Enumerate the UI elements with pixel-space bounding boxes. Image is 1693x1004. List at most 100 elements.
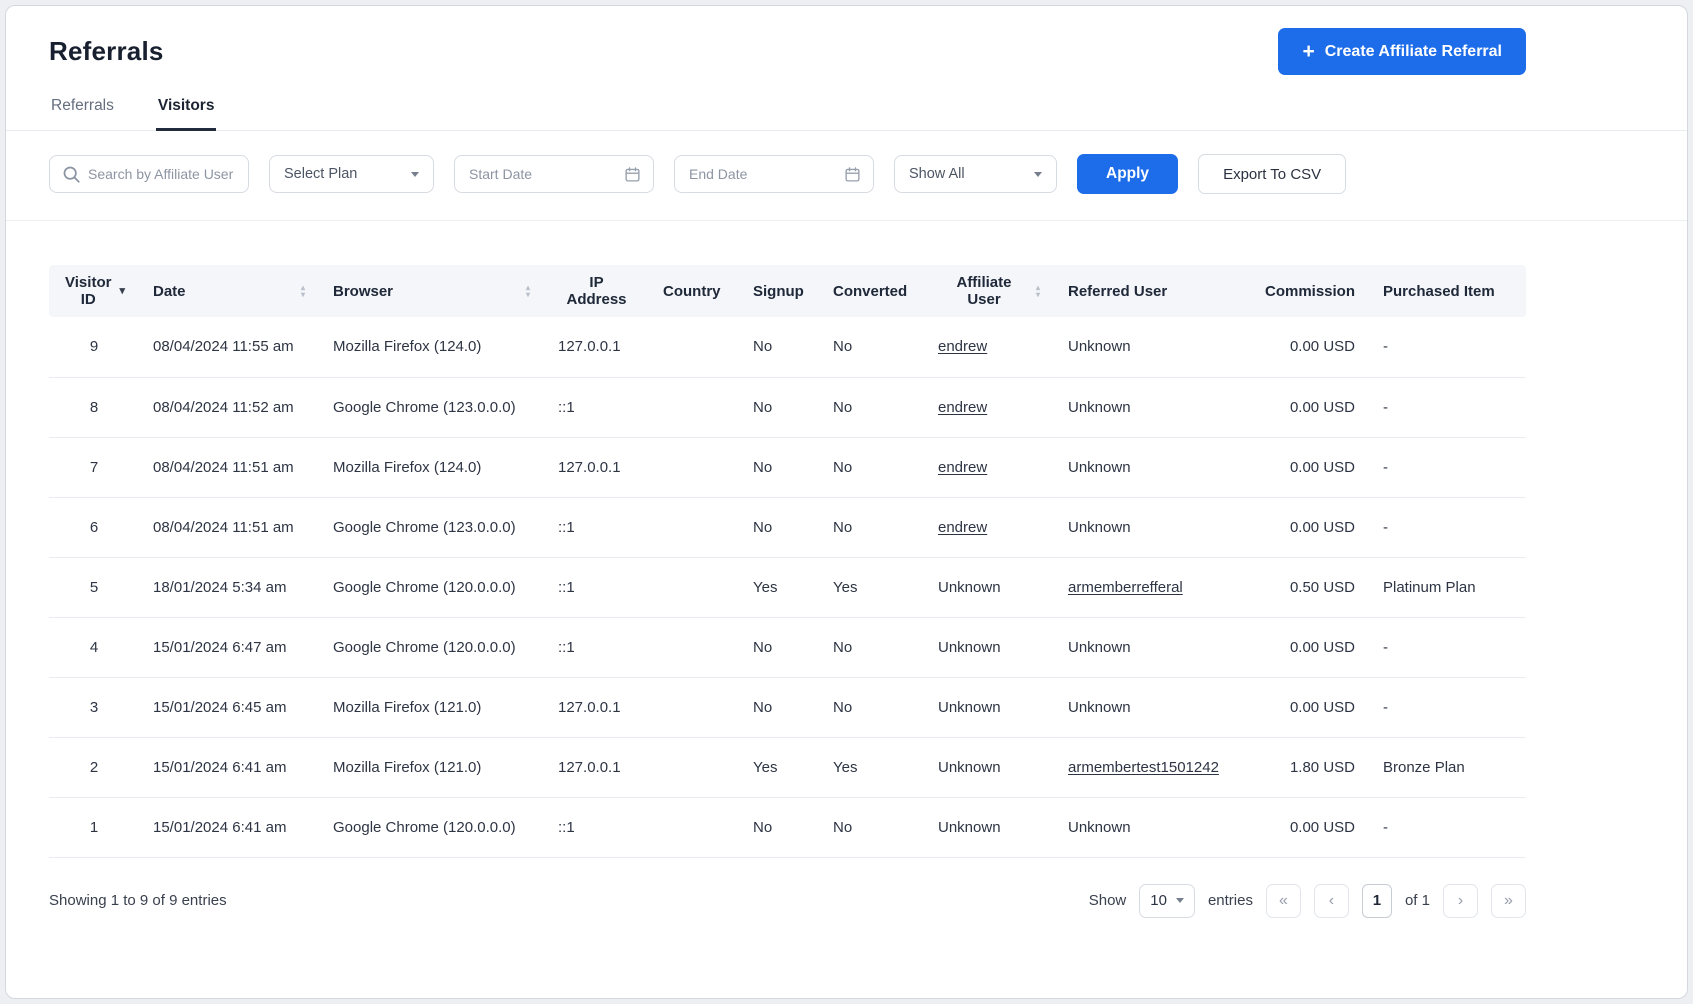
cell-browser: Google Chrome (123.0.0.0)	[319, 377, 544, 438]
cell-converted: Yes	[819, 737, 924, 798]
affiliate-user-link[interactable]: endrew	[938, 519, 987, 536]
table-footer: Showing 1 to 9 of 9 entries Show 10 entr…	[49, 883, 1526, 918]
cell-referred: Unknown	[1054, 677, 1254, 738]
column-label: Referred User	[1068, 282, 1168, 300]
cell-item: -	[1369, 437, 1526, 498]
column-header-item: Purchased Item	[1369, 265, 1526, 317]
cell-item: -	[1369, 797, 1526, 858]
table-row: 4 15/01/2024 6:47 am Google Chrome (120.0.…	[49, 617, 1526, 678]
cell-date: 15/01/2024 6:45 am	[139, 677, 319, 738]
referred-user-link[interactable]: armemberrefferal	[1068, 579, 1183, 596]
chevron-down-icon	[1175, 898, 1184, 903]
cell-item: -	[1369, 497, 1526, 558]
column-header-affiliate[interactable]: Affiliate User ▴ ▾	[924, 265, 1054, 317]
cell-country	[649, 617, 739, 678]
column-label: Purchased Item	[1383, 282, 1495, 300]
cell-converted: No	[819, 437, 924, 498]
cell-converted: Yes	[819, 557, 924, 618]
cell-signup: No	[739, 797, 819, 858]
cell-country	[649, 317, 739, 378]
last-page-button[interactable]: »	[1491, 883, 1526, 918]
column-label: Commission	[1264, 282, 1355, 300]
showing-entries-text: Showing 1 to 9 of 9 entries	[49, 892, 227, 909]
next-page-button[interactable]: ›	[1443, 883, 1478, 918]
cell-ip: ::1	[544, 797, 649, 858]
cell-country	[649, 497, 739, 558]
select-plan-value: Select Plan	[284, 166, 358, 182]
end-date-field[interactable]	[674, 155, 874, 193]
cell-date: 18/01/2024 5:34 am	[139, 557, 319, 618]
cell-id: 9	[49, 317, 139, 378]
cell-affiliate: Unknown	[924, 557, 1054, 618]
table-row: 9 08/04/2024 11:55 am Mozilla Firefox (124…	[49, 317, 1526, 378]
cell-referred: Unknown	[1054, 497, 1254, 558]
column-label: Signup	[753, 282, 804, 300]
apply-button[interactable]: Apply	[1077, 154, 1179, 194]
select-plan-dropdown[interactable]: Select Plan	[269, 155, 434, 193]
visitors-table: Visitor ID ▾ Date ▴ ▾ Browser ▴ ▾ IP Address Coun…	[49, 265, 1526, 858]
current-page-box[interactable]: 1	[1361, 883, 1392, 918]
first-page-button[interactable]: «	[1265, 883, 1301, 918]
cell-commission: 0.50 USD	[1254, 557, 1369, 618]
cell-browser: Google Chrome (120.0.0.0)	[319, 557, 544, 618]
column-label: Visitor ID	[65, 274, 112, 308]
cell-referred: Unknown	[1054, 317, 1254, 378]
start-date-field[interactable]	[454, 155, 654, 193]
tab-visitors[interactable]: Visitors	[155, 89, 217, 131]
cell-item: Platinum Plan	[1369, 557, 1526, 618]
cell-commission: 0.00 USD	[1254, 797, 1369, 858]
cell-affiliate: Unknown	[924, 617, 1054, 678]
column-header-ip: IP Address	[544, 265, 649, 317]
show-all-dropdown[interactable]: Show All	[894, 155, 1057, 193]
cell-id: 2	[49, 737, 139, 798]
sort-icon: ▴ ▾	[300, 283, 305, 299]
cell-item: -	[1369, 617, 1526, 678]
of-label: of 1	[1404, 892, 1430, 909]
cell-browser: Mozilla Firefox (121.0)	[319, 677, 544, 738]
cell-signup: No	[739, 437, 819, 498]
column-header-browser[interactable]: Browser ▴ ▾	[319, 265, 544, 317]
per-page-select[interactable]: 10	[1139, 883, 1195, 918]
create-affiliate-referral-button[interactable]: + Create Affiliate Referral	[1278, 28, 1526, 75]
cell-commission: 0.00 USD	[1254, 317, 1369, 378]
cell-id: 5	[49, 557, 139, 618]
tabs: Referrals Visitors	[6, 89, 1687, 131]
column-header-commission: Commission	[1254, 265, 1369, 317]
filters-section: Select Plan Show All Apply Export	[6, 131, 1687, 221]
cell-affiliate: endrew	[924, 437, 1054, 498]
export-to-csv-button[interactable]: Export To CSV	[1198, 154, 1347, 194]
tab-referrals[interactable]: Referrals	[49, 89, 116, 130]
affiliate-user-link[interactable]: endrew	[938, 399, 987, 416]
column-header-date[interactable]: Date ▴ ▾	[139, 265, 319, 317]
cell-signup: No	[739, 377, 819, 438]
cell-browser: Mozilla Firefox (124.0)	[319, 437, 544, 498]
sort-desc-icon: ▾	[119, 284, 125, 297]
cell-item: -	[1369, 377, 1526, 438]
cell-affiliate: Unknown	[924, 797, 1054, 858]
cell-commission: 0.00 USD	[1254, 437, 1369, 498]
cell-item: Bronze Plan	[1369, 737, 1526, 798]
column-header-id[interactable]: Visitor ID ▾	[49, 265, 139, 317]
referred-user-link[interactable]: armembertest1501242	[1068, 759, 1219, 776]
cell-country	[649, 557, 739, 618]
cell-ip: ::1	[544, 557, 649, 618]
cell-affiliate: Unknown	[924, 737, 1054, 798]
search-box[interactable]	[49, 155, 249, 193]
cell-country	[649, 437, 739, 498]
cell-converted: No	[819, 317, 924, 378]
affiliate-user-link[interactable]: endrew	[938, 338, 987, 355]
referrals-page: Referrals + Create Affiliate Referral Re…	[5, 5, 1688, 999]
cell-ip: 127.0.0.1	[544, 737, 649, 798]
column-label: IP Address	[566, 274, 627, 308]
cell-ip: ::1	[544, 617, 649, 678]
column-label: Date	[153, 282, 186, 300]
affiliate-user-link[interactable]: endrew	[938, 459, 987, 476]
cell-referred: armembertest1501242	[1054, 737, 1254, 798]
cell-referred: Unknown	[1054, 377, 1254, 438]
prev-page-button[interactable]: ‹	[1313, 883, 1349, 918]
cell-date: 08/04/2024 11:51 am	[139, 437, 319, 498]
cell-country	[649, 677, 739, 738]
cell-id: 1	[49, 797, 139, 858]
chevron-down-icon	[1034, 171, 1042, 177]
cell-date: 15/01/2024 6:41 am	[139, 737, 319, 798]
